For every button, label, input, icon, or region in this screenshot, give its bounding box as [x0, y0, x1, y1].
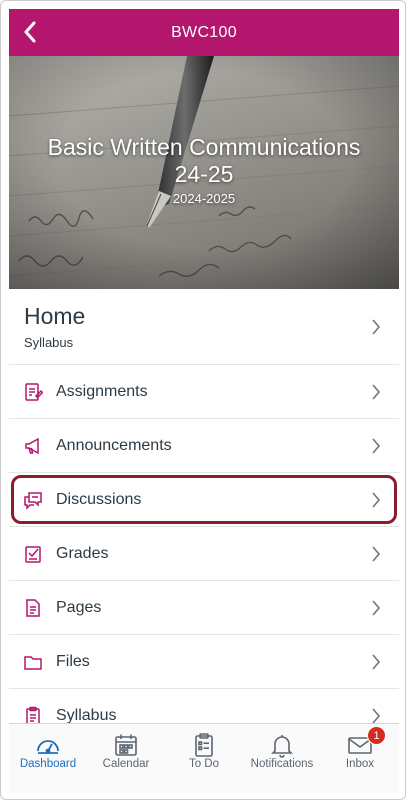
todo-icon — [195, 733, 213, 757]
nav-item-pages[interactable]: Pages — [9, 581, 399, 635]
chevron-right-icon — [372, 707, 381, 723]
home-item[interactable]: Home Syllabus — [9, 289, 399, 365]
nav-item-label: Assignments — [56, 382, 148, 400]
app-screen: BWC100 Basic Written Communications 24-2… — [0, 0, 406, 800]
tab-label: Notifications — [250, 758, 314, 770]
syllabus-icon — [26, 706, 40, 723]
tab-inbox[interactable]: 1 Inbox — [321, 724, 399, 793]
home-item-label: Home — [24, 303, 86, 329]
course-code-title: BWC100 — [171, 23, 237, 41]
tab-label: Calendar — [102, 758, 150, 770]
pages-icon — [26, 598, 40, 617]
back-button[interactable] — [15, 17, 45, 47]
home-item-subtitle: Syllabus — [24, 335, 74, 350]
dashboard-icon — [37, 740, 59, 754]
tab-label: To Do — [188, 758, 220, 770]
announcements-icon — [25, 437, 39, 454]
nav-item-assignments[interactable]: Assignments — [9, 365, 399, 419]
tab-dashboard[interactable]: Dashboard — [9, 724, 87, 793]
nav-item-grades[interactable]: Grades — [9, 527, 399, 581]
chevron-right-icon — [372, 599, 381, 616]
nav-item-syllabus[interactable]: Syllabus — [9, 689, 399, 723]
grades-icon — [25, 545, 41, 563]
bell-icon — [271, 735, 293, 758]
course-banner: Basic Written Communications 24-25 2024-… — [9, 56, 399, 289]
nav-item-discussions[interactable]: Discussions — [9, 473, 399, 527]
bottom-tab-bar: Dashboard Calendar To Do Notifications 1… — [9, 723, 399, 793]
unread-count-badge: 1 — [367, 726, 386, 745]
nav-item-files[interactable]: Files — [9, 635, 399, 689]
assignments-icon — [25, 382, 43, 401]
course-banner-text: Basic Written Communications 24-25 2024-… — [9, 134, 399, 206]
nav-item-label: Announcements — [56, 436, 172, 454]
chevron-right-icon — [372, 318, 381, 335]
folder-icon — [24, 655, 42, 670]
discussions-icon — [24, 491, 42, 510]
course-navigation-list: Home Syllabus Assignments Announcements — [9, 289, 399, 723]
chevron-left-icon — [24, 21, 36, 43]
tab-todo[interactable]: To Do — [165, 724, 243, 793]
nav-item-announcements[interactable]: Announcements — [9, 419, 399, 473]
calendar-icon — [115, 734, 137, 756]
tab-notifications[interactable]: Notifications — [243, 724, 321, 793]
nav-item-label: Pages — [56, 598, 102, 616]
chevron-right-icon — [372, 491, 381, 508]
tab-label: Inbox — [345, 758, 375, 770]
chevron-right-icon — [372, 653, 381, 670]
nav-item-label: Files — [56, 652, 90, 670]
nav-item-label: Discussions — [56, 490, 142, 508]
tab-calendar[interactable]: Calendar — [87, 724, 165, 793]
chevron-right-icon — [372, 545, 381, 562]
chevron-right-icon — [372, 437, 381, 454]
chevron-right-icon — [372, 383, 381, 400]
nav-item-label: Syllabus — [56, 706, 117, 724]
course-header-bar: BWC100 — [9, 9, 399, 56]
course-term: 2024-2025 — [172, 191, 236, 206]
nav-item-label: Grades — [56, 544, 109, 562]
tab-label: Dashboard — [19, 758, 77, 770]
course-name: Basic Written Communications 24-25 — [47, 134, 361, 187]
